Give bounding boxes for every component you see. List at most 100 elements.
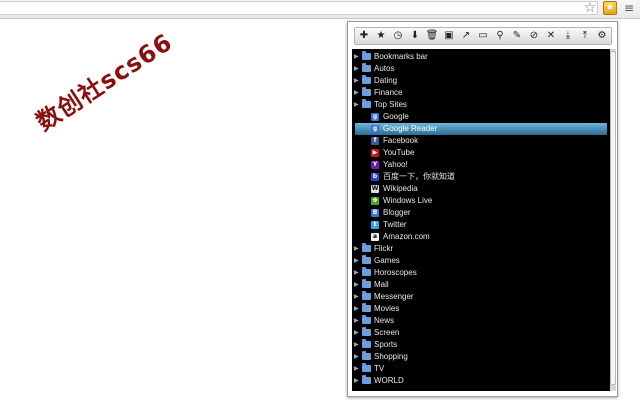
- bookmark-item[interactable]: ✤ Windows Live: [352, 195, 611, 207]
- folder-row[interactable]: ▶ Horoscopes: [352, 267, 611, 279]
- expand-arrow-icon[interactable]: ▶: [354, 291, 360, 303]
- folder-row[interactable]: ▶ Finance: [352, 87, 611, 99]
- folder-label: Games: [374, 256, 400, 265]
- add-bookmark-icon[interactable]: ✚: [357, 29, 371, 43]
- folder-row[interactable]: ▶ TV: [352, 363, 611, 375]
- expand-arrow-icon[interactable]: ▶: [354, 267, 360, 279]
- folder-label: Mail: [374, 280, 389, 289]
- folder-row[interactable]: ▶ Games: [352, 255, 611, 267]
- folder-icon: [362, 267, 371, 276]
- folder-row[interactable]: ▶ Screen: [352, 327, 611, 339]
- expand-arrow-icon[interactable]: ▶: [354, 327, 360, 339]
- expand-arrow-icon[interactable]: ▶: [354, 351, 360, 363]
- folder-label: News: [374, 316, 395, 325]
- search-icon[interactable]: ⚲: [493, 29, 507, 43]
- clock-icon[interactable]: ◷: [391, 29, 405, 43]
- share-icon[interactable]: ↗: [459, 29, 473, 43]
- browser-toolbar: ☆ ★ ≡: [0, 0, 640, 19]
- folder-row[interactable]: ▶ WORLD: [352, 375, 611, 387]
- open-folder-icon[interactable]: ▭: [476, 29, 490, 43]
- expand-arrow-icon[interactable]: ▶: [354, 375, 360, 387]
- pin-icon[interactable]: ✎: [510, 29, 524, 43]
- expand-arrow-icon[interactable]: ▶: [354, 63, 360, 75]
- bookmark-label: YouTube: [383, 148, 415, 157]
- folder-icon: [362, 99, 371, 108]
- bookmark-star-icon[interactable]: ☆: [582, 0, 598, 16]
- settings-icon[interactable]: ⚙: [595, 29, 609, 43]
- bookmark-item[interactable]: g Google: [352, 111, 611, 123]
- folder-row[interactable]: ▶ Sports: [352, 339, 611, 351]
- scrollbar[interactable]: [610, 49, 616, 391]
- folder-row[interactable]: ▶ Top Sites: [352, 99, 611, 111]
- folder-label: Flickr: [374, 244, 394, 253]
- folder-row[interactable]: ▶ Messenger: [352, 291, 611, 303]
- bookmark-label: Google Reader: [383, 124, 438, 133]
- bookmark-item[interactable]: b 百度一下，你就知道: [352, 171, 611, 183]
- watermark-text: 数创社scs66: [31, 27, 178, 137]
- expand-arrow-icon[interactable]: ▶: [354, 51, 360, 63]
- folder-row[interactable]: ▶ News: [352, 315, 611, 327]
- bookmark-extension-icon[interactable]: ★: [603, 1, 617, 15]
- expand-arrow-icon[interactable]: ▶: [354, 339, 360, 351]
- blogger-icon: B: [371, 209, 379, 217]
- expand-arrow-icon[interactable]: ▶: [354, 99, 360, 111]
- windows-live-icon: ✤: [371, 197, 379, 205]
- expand-arrow-icon[interactable]: ▶: [354, 243, 360, 255]
- folder-icon: [362, 303, 371, 312]
- folder-row[interactable]: ▶ Dating: [352, 75, 611, 87]
- close-icon[interactable]: ✕: [544, 29, 558, 43]
- folder-label: Messenger: [374, 292, 414, 301]
- bookmark-item[interactable]: B Blogger: [352, 207, 611, 219]
- star-icon[interactable]: ★: [374, 29, 388, 43]
- folder-row[interactable]: ▶ Autos: [352, 63, 611, 75]
- scrollbar-thumb[interactable]: [610, 51, 616, 385]
- folder-row[interactable]: ▶ Flickr: [352, 243, 611, 255]
- folder-label: Movies: [374, 304, 400, 313]
- expand-arrow-icon[interactable]: ▶: [354, 75, 360, 87]
- compass-icon[interactable]: ⊘: [527, 29, 541, 43]
- down-arrow-icon[interactable]: ⬇: [408, 29, 422, 43]
- expand-arrow-icon[interactable]: ▶: [354, 255, 360, 267]
- folder-row[interactable]: ▶ Shopping: [352, 351, 611, 363]
- folder-row[interactable]: ▶ Movies: [352, 303, 611, 315]
- folder-label: Finance: [374, 88, 403, 97]
- folder-label: Shopping: [374, 352, 408, 361]
- bookmark-label: Google: [383, 112, 409, 121]
- address-bar[interactable]: [0, 1, 598, 15]
- folder-icon: [362, 255, 371, 264]
- bookmark-item[interactable]: a Amazon.com: [352, 231, 611, 243]
- bookmark-label: Wikipedia: [383, 184, 418, 193]
- folder-icon: [362, 75, 371, 84]
- bookmark-tree[interactable]: ▶ Bookmarks bar ▶ Autos ▶ Dating ▶ Finance ▶ Top …: [352, 49, 611, 391]
- download-icon[interactable]: ⤓: [561, 29, 575, 43]
- folder-row[interactable]: ▶ Bookmarks bar: [352, 51, 611, 63]
- bookmark-label: Facebook: [383, 136, 419, 145]
- folder-icon: [362, 375, 371, 384]
- bookmark-label: Windows Live: [383, 196, 433, 205]
- bookmark-item[interactable]: f Facebook: [352, 135, 611, 147]
- folder-row[interactable]: ▶ Mail: [352, 279, 611, 291]
- expand-arrow-icon[interactable]: ▶: [354, 363, 360, 375]
- bookmark-item[interactable]: t Twitter: [352, 219, 611, 231]
- bookmark-item[interactable]: W Wikipedia: [352, 183, 611, 195]
- folder-label: WORLD: [374, 376, 404, 385]
- expand-arrow-icon[interactable]: ▶: [354, 279, 360, 291]
- folder-icon: [362, 87, 371, 96]
- bookmark-label: Blogger: [383, 208, 411, 217]
- expand-arrow-icon[interactable]: ▶: [354, 303, 360, 315]
- upload-icon[interactable]: ⤒: [578, 29, 592, 43]
- save-icon[interactable]: ▣: [442, 29, 456, 43]
- bookmark-item[interactable]: g Google Reader: [355, 123, 607, 135]
- trash-icon[interactable]: 🗑: [425, 29, 439, 43]
- expand-arrow-icon[interactable]: ▶: [354, 315, 360, 327]
- popup-toolbar: ✚ ★ ◷ ⬇ 🗑 ▣ ↗ ▭ ⚲ ✎ ⊘ ✕ ⤓ ⤒ ⚙: [354, 27, 612, 45]
- bookmark-item[interactable]: Y Yahoo!: [352, 159, 611, 171]
- youtube-icon: ▶: [371, 149, 379, 157]
- folder-icon: [362, 339, 371, 348]
- bookmark-item[interactable]: ▶ YouTube: [352, 147, 611, 159]
- expand-arrow-icon[interactable]: ▶: [354, 87, 360, 99]
- yahoo-icon: Y: [371, 161, 379, 169]
- browser-menu-icon[interactable]: ≡: [622, 1, 636, 15]
- bookmark-label: Yahoo!: [383, 160, 408, 169]
- wikipedia-icon: W: [371, 185, 379, 193]
